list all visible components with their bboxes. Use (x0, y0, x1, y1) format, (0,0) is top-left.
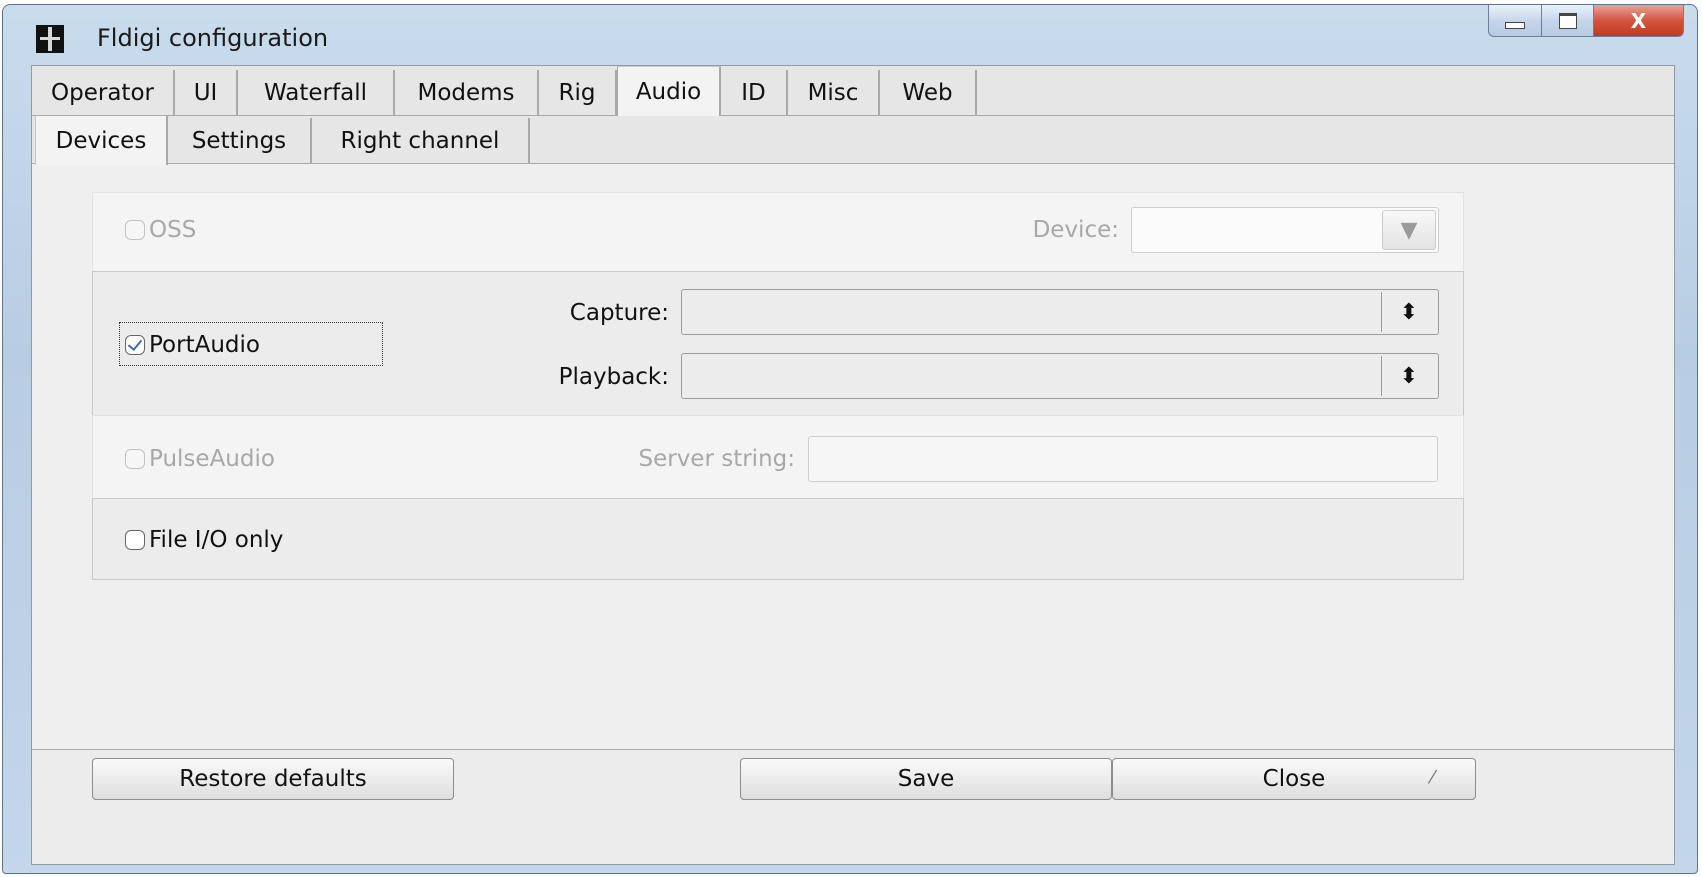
pulseaudio-label: PulseAudio (149, 446, 275, 472)
close-button[interactable]: Close ⁄ (1112, 758, 1476, 800)
spinner-arrows-icon[interactable]: ⬍ (1381, 292, 1436, 332)
dropdown-arrow-icon[interactable]: ▼ (1382, 210, 1436, 250)
portaudio-group: PortAudio Capture: ⬍ Playback: ⬍ (92, 271, 1464, 416)
subtab-settings[interactable]: Settings (168, 118, 312, 163)
tab-modems[interactable]: Modems (395, 70, 539, 115)
pulseaudio-checkbox-box (125, 449, 145, 469)
tab-web[interactable]: Web (880, 70, 977, 115)
tab-operator[interactable]: Operator (32, 70, 175, 115)
capture-label: Capture: (569, 300, 669, 326)
close-button-label: Close (1262, 766, 1326, 792)
subtab-devices[interactable]: Devices (35, 116, 168, 165)
fileio-checkbox-box (125, 530, 145, 550)
close-icon: X (1630, 8, 1647, 33)
fldigi-app-icon (36, 25, 64, 53)
playback-label: Playback: (558, 364, 669, 390)
oss-checkbox[interactable]: OSS (125, 217, 196, 243)
minimize-icon (1505, 22, 1525, 29)
subtab-right-channel[interactable]: Right channel (312, 118, 530, 163)
tab-id[interactable]: ID (721, 70, 788, 115)
portaudio-checkbox-box (125, 335, 145, 355)
resize-grip-icon[interactable]: ⁄ (1431, 767, 1469, 788)
fileio-group: File I/O only (92, 498, 1464, 580)
client-area: Operator UI Waterfall Modems Rig Audio I… (31, 65, 1675, 865)
oss-group: OSS Device: ▼ (92, 192, 1464, 272)
window-title: Fldigi configuration (97, 24, 329, 52)
server-string-input[interactable] (808, 436, 1438, 482)
caption-buttons: X (1488, 5, 1684, 43)
pulseaudio-checkbox[interactable]: PulseAudio (125, 446, 275, 472)
tab-audio[interactable]: Audio (617, 66, 721, 117)
capture-select[interactable]: ⬍ (681, 289, 1439, 335)
oss-label: OSS (149, 217, 197, 243)
oss-device-combo[interactable]: ▼ (1131, 207, 1439, 253)
restore-defaults-button[interactable]: Restore defaults (92, 758, 454, 800)
maximize-button[interactable] (1542, 5, 1594, 37)
maximize-icon (1558, 12, 1577, 29)
portaudio-checkbox[interactable]: PortAudio (125, 332, 260, 358)
save-button[interactable]: Save (740, 758, 1112, 800)
fileio-checkbox[interactable]: File I/O only (125, 527, 283, 553)
title-bar[interactable]: Fldigi configuration X (3, 5, 1697, 65)
audio-subtab-bar: Devices Settings Right channel (32, 116, 1674, 165)
playback-select[interactable]: ⬍ (681, 353, 1439, 399)
oss-checkbox-box (125, 220, 145, 240)
oss-device-label: Device: (1032, 217, 1119, 243)
close-window-button[interactable]: X (1594, 5, 1684, 37)
server-string-label: Server string: (638, 446, 795, 472)
fileio-label: File I/O only (149, 527, 284, 553)
tab-misc[interactable]: Misc (788, 70, 880, 115)
tab-waterfall[interactable]: Waterfall (238, 70, 395, 115)
tab-rig[interactable]: Rig (539, 70, 617, 115)
config-window: Fldigi configuration X Operator UI Water… (2, 4, 1698, 874)
minimize-button[interactable] (1488, 5, 1542, 37)
pulseaudio-group: PulseAudio Server string: (92, 415, 1464, 499)
portaudio-label: PortAudio (149, 332, 260, 358)
spinner-arrows-icon[interactable]: ⬍ (1381, 356, 1436, 396)
main-tab-bar: Operator UI Waterfall Modems Rig Audio I… (32, 66, 1674, 117)
tab-ui[interactable]: UI (175, 70, 238, 115)
